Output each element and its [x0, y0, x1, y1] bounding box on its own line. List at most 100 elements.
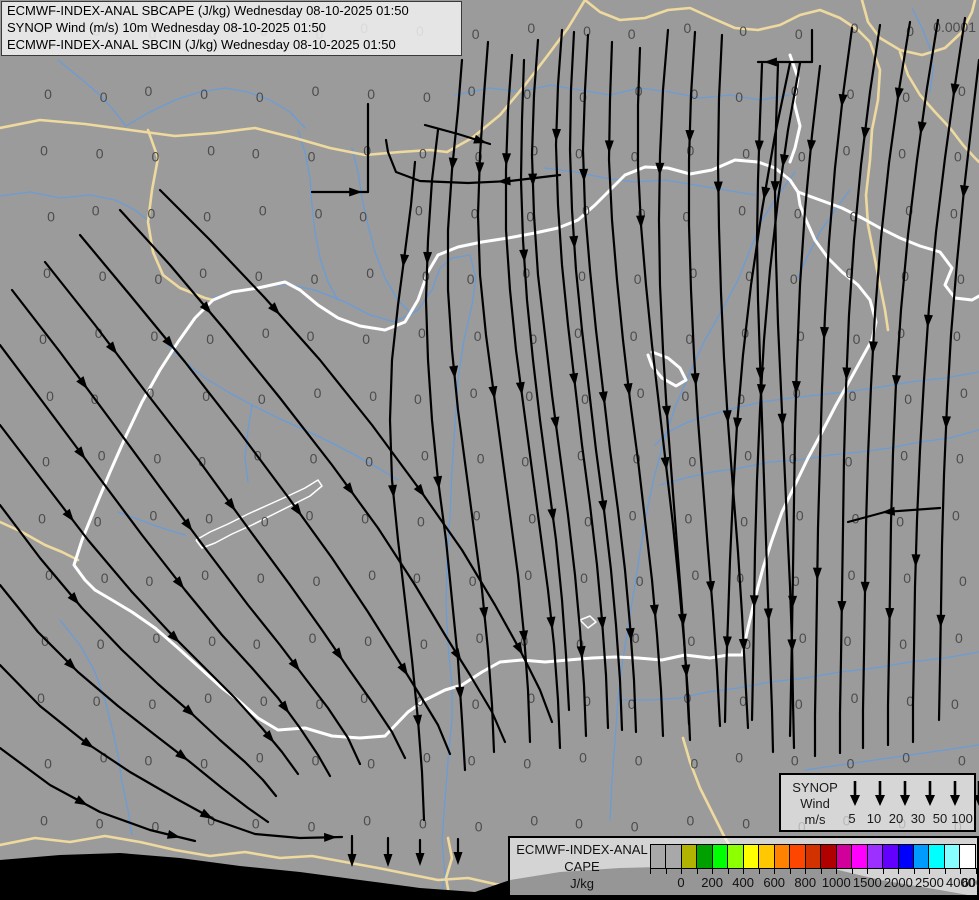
cape-scale-value: 2000: [884, 875, 913, 890]
cape-scale-value: 200: [701, 875, 723, 890]
cape-scale-value: 2500: [915, 875, 944, 890]
sbcin-zero-value: 0: [742, 815, 750, 831]
sbcin-zero-value: 0: [148, 205, 156, 221]
cape-colorbar-ticks: [650, 868, 976, 874]
sbcin-zero-value: 0: [795, 696, 803, 712]
cape-scale-tick: [774, 868, 775, 874]
cape-color-legend: ECMWF-INDEX-ANAL CAPE J/kg 0200400600800…: [508, 836, 979, 897]
sbcin-zero-value: 0: [47, 208, 55, 224]
cape-legend-title: ECMWF-INDEX-ANAL CAPE J/kg: [514, 841, 650, 892]
sbcin-zero-value: 0: [38, 510, 46, 526]
wind-legend-title-line: SYNOP: [789, 780, 841, 796]
sbcin-zero-value: 0: [902, 89, 910, 105]
sbcin-zero-value: 0: [253, 636, 261, 652]
wind-speed-down-arrow-icon: [848, 779, 862, 807]
cape-color-cell: [914, 845, 929, 868]
cape-scale-tick: [898, 868, 899, 874]
sbcin-zero-value: 0: [853, 331, 861, 347]
sbcin-zero-value: 0: [738, 202, 746, 218]
sbcin-zero-value: 0: [309, 630, 317, 646]
sbcin-zero-value: 0: [150, 507, 158, 523]
sbcin-zero-value: 0: [151, 328, 159, 344]
sbcin-zero-value: 0: [146, 573, 154, 589]
sbcin-zero-value: 0: [904, 391, 912, 407]
sbcin-zero-value: 0: [851, 690, 859, 706]
wind-speed-down-arrow-icon: [873, 779, 887, 807]
cape-color-cell: [806, 845, 821, 868]
cape-scale-tick: [960, 868, 961, 874]
sbcin-zero-value: 0: [206, 331, 214, 347]
sbcin-zero-value: 0: [366, 265, 374, 281]
cape-legend-title-line: CAPE: [514, 858, 650, 875]
cape-scale-tick: [836, 868, 837, 874]
sbcin-zero-value: 0: [955, 630, 963, 646]
cape-scale-tick: [743, 868, 744, 874]
sbcin-zero-value: 0: [420, 636, 428, 652]
sbcin-zero-value: 0: [527, 20, 535, 36]
sbcin-zero-value: 0: [468, 83, 476, 99]
sbcin-zero-value: 0: [682, 388, 690, 404]
sbcin-zero-value: 0: [418, 325, 426, 341]
sbcin-zero-value: 0: [469, 573, 477, 589]
sbcin-zero-value: 0: [959, 573, 967, 589]
wind-speed-label: 50: [929, 811, 951, 826]
sbcin-zero-value: 0: [42, 454, 50, 470]
cape-scale-tick: [914, 868, 915, 874]
wind-speed-down-arrow-icon: [972, 779, 979, 807]
sbcin-zero-value: 0: [145, 753, 153, 769]
sbcin-zero-value: 0: [96, 146, 104, 162]
cape-scale-tick: [945, 868, 946, 874]
map-title-panel: ECMWF-INDEX-ANAL SBCAPE (J/kg) Wednesday…: [1, 1, 462, 56]
cape-color-cell: [728, 845, 743, 868]
wind-speed-down-arrow-icon: [923, 779, 937, 807]
sbcin-zero-value: 0: [199, 265, 207, 281]
sbcin-zero-value: 0: [204, 690, 212, 706]
sbcin-zero-value: 0: [684, 20, 692, 36]
sbcin-zero-value: 0: [575, 146, 583, 162]
sbcin-zero-value: 0: [421, 448, 429, 464]
sbcin-zero-value: 0: [363, 812, 371, 828]
sbcin-zero-value: 0: [521, 454, 529, 470]
title-line-sbcape: ECMWF-INDEX-ANAL SBCAPE (J/kg) Wednesday…: [2, 2, 461, 19]
sbcin-zero-value: 0: [414, 391, 422, 407]
sbcin-zero-value: 0: [468, 753, 476, 769]
cape-scale-tick: [650, 868, 651, 874]
cape-color-cell: [821, 845, 836, 868]
sbcin-zero-value: 0: [847, 756, 855, 772]
cape-scale-tick: [929, 868, 930, 874]
sbcin-zero-value: 0: [844, 633, 852, 649]
sbcin-zero-value: 0: [200, 86, 208, 102]
wind-arrow-samples: [843, 779, 979, 809]
sbcin-zero-value: 0: [958, 753, 966, 769]
sbcin-zero-value: 0: [960, 385, 968, 401]
sbcin-zero-value: 0: [475, 818, 483, 834]
sbcin-zero-value: 0: [92, 202, 100, 218]
sbcin-zero-value: 0: [742, 146, 750, 162]
sbcin-zero-value: 0: [261, 513, 269, 529]
sbcin-zero-value: 0: [423, 89, 431, 105]
cape-color-cell: [837, 845, 852, 868]
sbcin-zero-value: 0: [255, 268, 263, 284]
sbcin-zero-value: 0: [530, 812, 538, 828]
cape-scale-tick: [697, 868, 698, 874]
cape-scale-value: 1500: [853, 875, 882, 890]
sbcin-zero-value: 0: [149, 696, 157, 712]
sbcin-zero-value: 0: [903, 570, 911, 586]
sbcin-zero-value: 0: [799, 630, 807, 646]
sbcin-zero-value: 0: [636, 573, 644, 589]
sbcin-zero-value: 0: [96, 815, 104, 831]
sbcin-zero-value: 0: [794, 205, 802, 221]
cape-scale-tick: [976, 868, 977, 874]
sbcin-zero-value: 0: [798, 149, 806, 165]
cape-colorbar-labels: 0200400600800100015002000250040006000: [650, 875, 976, 891]
sbcin-zero-value: 0: [523, 756, 531, 772]
cape-scale-tick: [712, 868, 713, 874]
sbcin-zero-value: 0: [40, 812, 48, 828]
sbcin-zero-value: 0: [307, 328, 315, 344]
sbcin-zero-value: 0: [528, 510, 536, 526]
sbcin-zero-value: 0: [575, 815, 583, 831]
cape-color-cell: [790, 845, 805, 868]
sbcin-zero-value: 0: [470, 385, 478, 401]
sbcin-zero-value: 0: [900, 448, 908, 464]
wind-speed-down-arrow-icon: [948, 779, 962, 807]
